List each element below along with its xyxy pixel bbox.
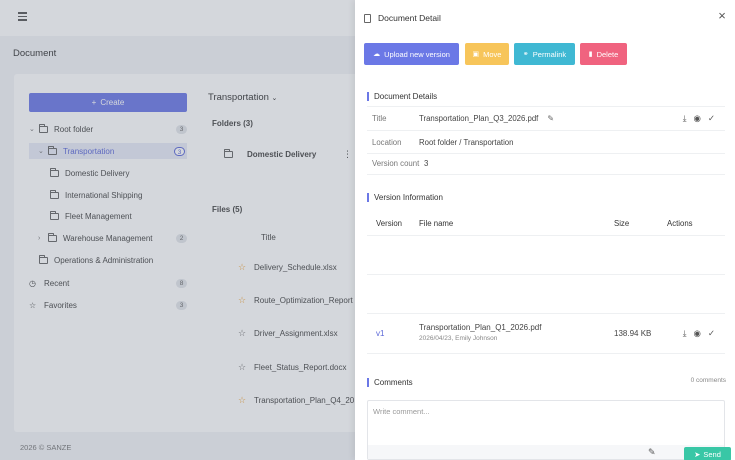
move-button[interactable]: ▣ Move [465,43,509,65]
table-row: v1 Transportation_Plan_Q1_2026.pdf 2026/… [367,314,725,354]
comments-count: 0 comments [690,377,726,384]
comments-title: Comments [367,378,413,387]
upload-new-version-button[interactable]: ☁ Upload new version [364,43,459,65]
paperclip-icon[interactable]: ✎ [648,447,656,458]
delete-button[interactable]: ▮ Delete [580,43,627,65]
edit-pencil-icon[interactable]: ✎ [547,114,554,123]
version-table-header: Version File name Size Actions [367,210,725,236]
table-row [367,275,725,314]
send-icon: ➤ [694,449,701,459]
close-icon[interactable]: × [716,9,728,22]
document-detail-drawer: Document Detail × ☁ Upload new version ▣… [355,0,735,460]
comment-toolbar: ✎ ➤ Send [368,445,731,460]
check-circle-icon[interactable]: ✓ [708,113,715,124]
document-details-title: Document Details [367,92,437,101]
eye-icon[interactable]: ◉ [693,328,700,339]
version-information-title: Version Information [367,193,443,202]
detail-row-location: Location Root folder / Transportation [367,131,725,154]
download-icon[interactable]: ⤓ [683,328,687,339]
send-button[interactable]: ➤ Send [684,447,731,460]
permalink-button[interactable]: ⚭ Permalink [514,43,575,65]
document-icon [364,13,371,23]
link-icon: ⚭ [522,51,529,58]
version-link[interactable]: v1 [376,329,384,338]
drawer-title: Document Detail [378,13,441,23]
move-icon: ▣ [472,51,480,58]
table-row [367,236,725,275]
eye-icon[interactable]: ◉ [693,113,700,124]
download-icon[interactable]: ⤓ [683,113,687,124]
comment-textarea[interactable]: Write comment... ✎ ➤ Send [367,400,731,460]
trash-icon: ▮ [588,51,593,58]
check-circle-icon[interactable]: ✓ [708,328,715,339]
drawer-header: Document Detail [355,0,735,36]
detail-row-version-count: Version count 3 [367,152,725,175]
upload-icon: ☁ [373,51,381,58]
detail-row-title: Title Transportation_Plan_Q3_2026.pdf ✎ … [367,106,725,131]
